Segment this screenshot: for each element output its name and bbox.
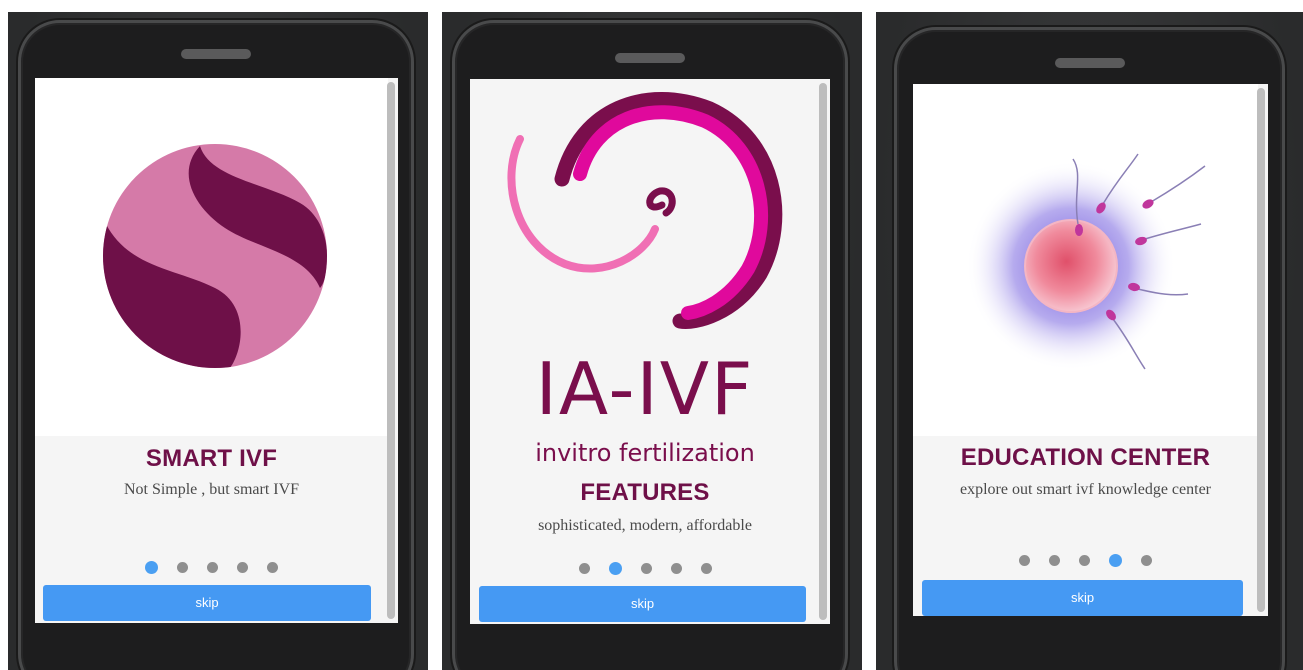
phone-speaker: [1054, 58, 1125, 68]
screen-subtitle: explore out smart ivf knowledge center: [959, 481, 1212, 498]
phone-screen: SMART IVF Not Simple , but smart IVF ski…: [35, 78, 398, 623]
page-dot-5[interactable]: [267, 562, 278, 573]
pagination-dots: [35, 561, 388, 574]
screen-subtitle: sophisticated, modern, affordable: [538, 517, 752, 534]
page-dot-4[interactable]: [670, 563, 682, 574]
page-dot-2[interactable]: [1049, 555, 1060, 566]
onboarding-panel-3: EDUCATION CENTER explore out smart ivf k…: [876, 12, 1303, 670]
screen-title: EDUCATION CENTER: [960, 444, 1211, 471]
skip-button[interactable]: skip: [43, 585, 371, 621]
phone-screen: EDUCATION CENTER explore out smart ivf k…: [913, 84, 1268, 616]
page-dot-4[interactable]: [1109, 554, 1122, 567]
page-dot-2[interactable]: [177, 562, 188, 573]
page-dot-4[interactable]: [237, 562, 248, 573]
ia-ivf-logo-icon: [507, 92, 783, 329]
scrollbar[interactable]: [819, 83, 827, 620]
scrollbar[interactable]: [1257, 88, 1265, 612]
scrollbar[interactable]: [387, 82, 395, 619]
phone-speaker: [615, 53, 685, 63]
skip-button[interactable]: skip: [922, 580, 1243, 616]
pagination-dots: [470, 562, 820, 575]
egg-sperm-illustration-icon: [966, 153, 1206, 371]
onboarding-panel-2: IA-IVF invitro fertilization FEATURES so…: [442, 12, 862, 670]
screen-subtitle: Not Simple , but smart IVF: [123, 481, 300, 498]
screen-title: SMART IVF: [145, 445, 278, 472]
s-logo-icon: [103, 144, 327, 368]
page-dot-3[interactable]: [207, 562, 218, 573]
screen-title: FEATURES: [580, 479, 710, 506]
page-dot-3[interactable]: [1079, 555, 1090, 566]
brand-name: IA-IVF: [535, 347, 755, 431]
phone-speaker: [181, 49, 251, 59]
brand-tagline: invitro fertilization: [535, 439, 755, 467]
phone-frame: SMART IVF Not Simple , but smart IVF ski…: [18, 20, 414, 670]
page-dot-3[interactable]: [640, 563, 652, 574]
page-dot-1[interactable]: [578, 563, 590, 574]
phone-screen: IA-IVF invitro fertilization FEATURES so…: [470, 79, 830, 624]
page-dot-2[interactable]: [608, 562, 622, 575]
hero-image-area: [35, 78, 388, 436]
phone-frame: IA-IVF invitro fertilization FEATURES so…: [452, 20, 848, 670]
skip-button[interactable]: skip: [479, 586, 806, 622]
page-dot-5[interactable]: [1141, 555, 1152, 566]
page-dot-5[interactable]: [700, 563, 712, 574]
page-dot-1[interactable]: [1019, 555, 1030, 566]
pagination-dots: [913, 554, 1258, 567]
hero-image-area: [913, 84, 1258, 436]
page-dot-1[interactable]: [145, 561, 158, 574]
onboarding-panel-1: SMART IVF Not Simple , but smart IVF ski…: [8, 12, 428, 670]
phone-frame: EDUCATION CENTER explore out smart ivf k…: [894, 27, 1285, 670]
